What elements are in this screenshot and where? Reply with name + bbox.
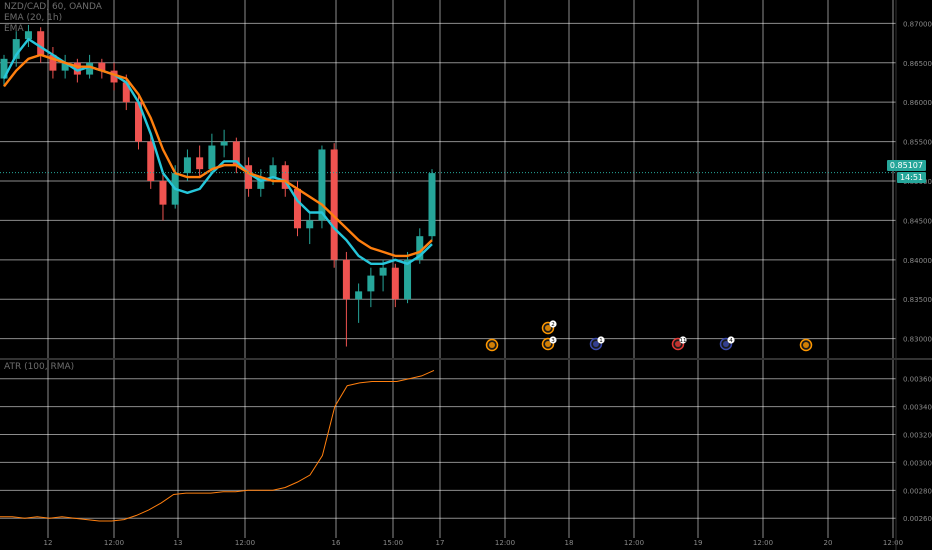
symbol-legend: NZD/CAD, 60, OANDA EMA (20, 1h) EMA xyxy=(4,2,102,35)
ema-slow-label: EMA xyxy=(4,24,24,34)
x-tick-label: 12:00 xyxy=(883,539,903,547)
symbol-title: NZD/CAD, 60, OANDA xyxy=(4,2,102,12)
candle-body xyxy=(306,220,314,229)
candle-body xyxy=(355,291,363,300)
x-tick-label: 16 xyxy=(332,539,341,547)
event-badge-count: 4 xyxy=(729,338,733,344)
ema-fast-label: EMA (20, 1h) xyxy=(4,13,63,23)
y-tick-label: 0.83000 xyxy=(903,336,932,344)
atr-tick-label: 0.00280 xyxy=(903,487,932,495)
candle-body xyxy=(147,141,155,181)
event-badge-count: 1 xyxy=(599,338,603,344)
x-tick-label: 17 xyxy=(436,539,445,547)
atr-legend: ATR (100, RMA) xyxy=(4,362,75,372)
candle-body xyxy=(330,149,338,260)
x-tick-label: 12:00 xyxy=(104,539,124,547)
atr-tick-label: 0.00260 xyxy=(903,515,932,523)
x-tick-label: 15:00 xyxy=(383,539,403,547)
candle-body xyxy=(220,141,228,146)
atr-tick-label: 0.00300 xyxy=(903,459,932,467)
countdown-tag: 14:51 xyxy=(896,172,926,183)
y-tick-label: 0.86500 xyxy=(903,60,932,68)
event-badge-count: 2 xyxy=(551,322,555,328)
event-marker-dot xyxy=(489,342,495,348)
candle-body xyxy=(208,145,216,170)
x-tick-label: 12:00 xyxy=(235,539,255,547)
atr-tick-label: 0.00340 xyxy=(903,404,932,412)
atr-tick-label: 0.00360 xyxy=(903,376,932,384)
atr-tick-label: 0.00320 xyxy=(903,432,932,440)
candle-body xyxy=(342,259,350,300)
event-badge-count: 3 xyxy=(551,338,555,344)
y-tick-label: 0.84500 xyxy=(903,217,932,225)
chart-canvas: 12 12:00 13 12:00 16 15:00 17 12:00 18 12:00 19 12:… xyxy=(0,0,932,550)
candle-body xyxy=(379,267,387,276)
x-tick-label: 12 xyxy=(44,539,53,547)
x-tick-label: 20 xyxy=(824,539,833,547)
y-tick-label: 0.83500 xyxy=(903,296,932,304)
last-price-tag: 0.85107 xyxy=(886,160,926,171)
candle-body xyxy=(391,267,399,300)
background xyxy=(0,0,932,550)
x-tick-label: 13 xyxy=(174,539,183,547)
candle-body xyxy=(318,149,326,221)
candle-body xyxy=(367,275,375,292)
candle-body xyxy=(404,259,412,300)
x-tick-label: 12:00 xyxy=(753,539,773,547)
candle-body xyxy=(183,157,191,174)
x-tick-label: 12:00 xyxy=(495,539,515,547)
candle-body xyxy=(428,173,436,237)
y-tick-label: 0.84000 xyxy=(903,257,932,265)
event-badge-count: 11 xyxy=(680,338,687,344)
y-tick-label: 0.85500 xyxy=(903,139,932,147)
y-tick-label: 0.87000 xyxy=(903,20,932,28)
candle-body xyxy=(245,165,253,189)
candle-body xyxy=(269,165,277,178)
x-tick-label: 18 xyxy=(565,539,574,547)
candle-body xyxy=(159,181,167,205)
candle-body xyxy=(196,157,204,170)
x-tick-label: 12:00 xyxy=(624,539,644,547)
x-tick-label: 19 xyxy=(694,539,703,547)
event-marker-dot xyxy=(803,342,809,348)
y-tick-label: 0.86000 xyxy=(903,99,932,107)
